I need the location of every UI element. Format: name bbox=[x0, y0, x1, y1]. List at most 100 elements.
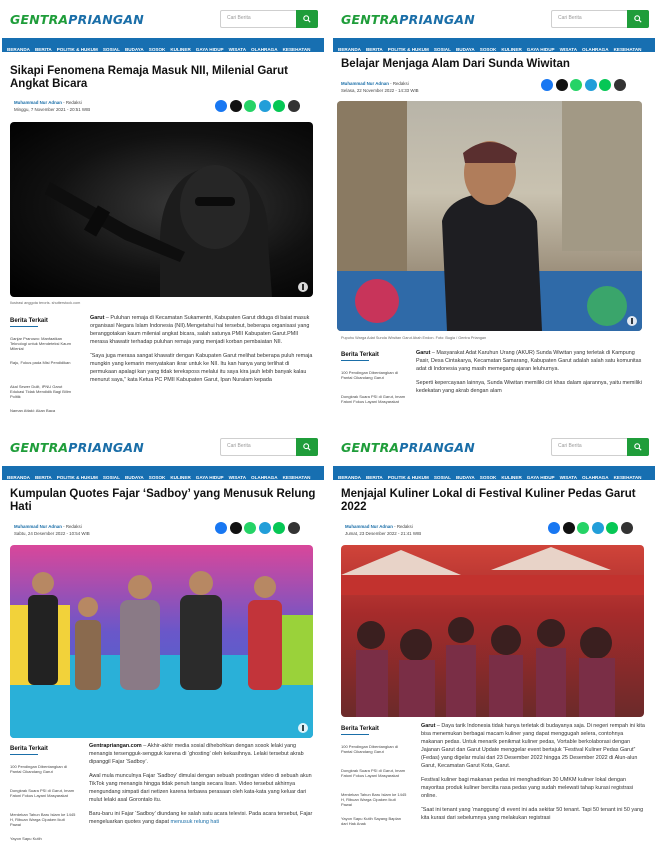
nav-item[interactable]: KULINER bbox=[170, 471, 190, 480]
nav-item[interactable]: WISATA bbox=[560, 471, 577, 480]
line-icon[interactable] bbox=[606, 522, 618, 534]
nav-item[interactable]: BERITA bbox=[366, 471, 383, 480]
telegram-icon[interactable] bbox=[258, 522, 271, 534]
nav-item[interactable]: WISATA bbox=[560, 43, 577, 52]
nav-item[interactable]: OLAHRAGA bbox=[251, 471, 278, 480]
x-icon[interactable] bbox=[562, 522, 575, 534]
inline-link[interactable]: menusuk relung hati bbox=[171, 819, 220, 825]
search-button[interactable] bbox=[627, 10, 649, 28]
site-logo[interactable]: GENTRAPRIANGAN bbox=[10, 12, 144, 27]
nav-item[interactable]: BERITA bbox=[366, 43, 383, 52]
nav-item[interactable]: OLAHRAGA bbox=[251, 43, 278, 52]
x-icon[interactable] bbox=[555, 79, 568, 91]
link-icon[interactable] bbox=[620, 522, 633, 534]
x-icon[interactable] bbox=[229, 522, 242, 534]
nav-item[interactable]: OLAHRAGA bbox=[582, 43, 609, 52]
nav-item[interactable]: POLITIK & HUKUM bbox=[388, 43, 429, 52]
search-input[interactable]: Cari Berita bbox=[558, 443, 582, 449]
info-icon[interactable] bbox=[298, 282, 308, 292]
search-button[interactable] bbox=[627, 438, 649, 456]
site-logo[interactable]: GENTRAPRIANGAN bbox=[10, 440, 144, 455]
nav-item[interactable]: KESEHATAN bbox=[614, 471, 642, 480]
nav-item[interactable]: KULINER bbox=[501, 43, 521, 52]
line-icon[interactable] bbox=[599, 79, 611, 91]
trending-item[interactable]: Yayon Sapu Kutih bbox=[10, 836, 76, 841]
trending-item[interactable]: 100 Pendingan Dibentangkan di Pantai Cik… bbox=[341, 370, 407, 380]
nav-item[interactable]: SOSIAL bbox=[434, 471, 451, 480]
link-icon[interactable] bbox=[613, 79, 626, 91]
line-icon[interactable] bbox=[273, 100, 285, 112]
link-icon[interactable] bbox=[287, 100, 300, 112]
nav-item[interactable]: POLITIK & HUKUM bbox=[388, 471, 429, 480]
author-name[interactable]: Muhammad Nur Adnan bbox=[341, 81, 389, 86]
trending-item[interactable]: Dongkrak Suara PSI di Garut, Imam Fatoni… bbox=[10, 788, 76, 798]
whatsapp-icon[interactable] bbox=[244, 522, 256, 534]
nav-item[interactable]: SOSOK bbox=[149, 471, 166, 480]
trending-item[interactable]: 100 Pendingan Dibentangkan di Pantai Cik… bbox=[341, 744, 407, 754]
search-box[interactable]: Cari Berita bbox=[551, 10, 649, 28]
nav-item[interactable]: BERANDA bbox=[338, 43, 361, 52]
trending-item[interactable]: Raju, Fokus pada Misi Pendidikan bbox=[10, 360, 76, 365]
facebook-icon[interactable] bbox=[215, 100, 227, 112]
trending-item[interactable]: Yayon Sapu Kutih Sayang Baplan dari Hak … bbox=[341, 816, 407, 826]
trending-item[interactable]: Dongkrak Suara PSI di Garut, Imam Fatoni… bbox=[341, 394, 407, 404]
whatsapp-icon[interactable] bbox=[244, 100, 256, 112]
line-icon[interactable] bbox=[273, 522, 285, 534]
nav-item[interactable]: POLITIK & HUKUM bbox=[57, 471, 98, 480]
nav-item[interactable]: GAYA HIDUP bbox=[527, 43, 555, 52]
info-icon[interactable] bbox=[627, 316, 637, 326]
nav-item[interactable]: BUDAYA bbox=[456, 43, 475, 52]
trending-item[interactable]: 100 Pendingan Dibentangkan di Pantai Cik… bbox=[10, 764, 76, 774]
search-box[interactable]: Cari Berita bbox=[551, 438, 649, 456]
trending-item[interactable]: Akal Sewer Dulit, IPNU Garut Edukasi Tid… bbox=[10, 384, 76, 399]
search-button[interactable] bbox=[296, 438, 318, 456]
trending-item[interactable]: Merdekan Tahun Baru Islam ke 1445 H, Rib… bbox=[341, 792, 407, 807]
search-box[interactable]: Cari Berita bbox=[220, 438, 318, 456]
nav-item[interactable]: KULINER bbox=[501, 471, 521, 480]
nav-item[interactable]: BERITA bbox=[35, 43, 52, 52]
telegram-icon[interactable] bbox=[584, 79, 597, 91]
nav-item[interactable]: BERANDA bbox=[7, 471, 30, 480]
nav-item[interactable]: KESEHATAN bbox=[283, 43, 311, 52]
nav-item[interactable]: OLAHRAGA bbox=[582, 471, 609, 480]
search-input[interactable]: Cari Berita bbox=[227, 443, 251, 449]
nav-item[interactable]: SOSOK bbox=[149, 43, 166, 52]
nav-item[interactable]: POLITIK & HUKUM bbox=[57, 43, 98, 52]
search-box[interactable]: Cari Berita bbox=[220, 10, 318, 28]
author-name[interactable]: Muhammad Nur Adnan bbox=[14, 524, 62, 529]
search-input[interactable]: Cari Berita bbox=[558, 15, 582, 21]
telegram-icon[interactable] bbox=[258, 100, 271, 112]
whatsapp-icon[interactable] bbox=[577, 522, 589, 534]
telegram-icon[interactable] bbox=[591, 522, 604, 534]
nav-item[interactable]: SOSIAL bbox=[103, 43, 120, 52]
nav-item[interactable]: SOSIAL bbox=[103, 471, 120, 480]
nav-item[interactable]: SOSOK bbox=[480, 43, 497, 52]
nav-item[interactable]: KULINER bbox=[170, 43, 190, 52]
whatsapp-icon[interactable] bbox=[570, 79, 582, 91]
facebook-icon[interactable] bbox=[215, 522, 227, 534]
facebook-icon[interactable] bbox=[541, 79, 553, 91]
author-name[interactable]: Muhammad Nur Adnan bbox=[14, 100, 62, 105]
x-icon[interactable] bbox=[229, 100, 242, 112]
trending-item[interactable]: Naman Attaki: Akan Baca bbox=[10, 408, 76, 413]
nav-item[interactable]: BERANDA bbox=[338, 471, 361, 480]
trending-item[interactable]: Dongkrak Suara PSI di Garut, Imam Fatoni… bbox=[341, 768, 407, 778]
nav-item[interactable]: BUDAYA bbox=[125, 471, 144, 480]
nav-item[interactable]: SOSIAL bbox=[434, 43, 451, 52]
facebook-icon[interactable] bbox=[548, 522, 560, 534]
nav-item[interactable]: BERANDA bbox=[7, 43, 30, 52]
nav-item[interactable]: KESEHATAN bbox=[283, 471, 311, 480]
trending-item[interactable]: Ganjar Pranowo: Manfaatkan Teknologi unt… bbox=[10, 336, 76, 351]
nav-item[interactable]: GAYA HIDUP bbox=[527, 471, 555, 480]
nav-item[interactable]: WISATA bbox=[229, 43, 246, 52]
nav-item[interactable]: GAYA HIDUP bbox=[196, 471, 224, 480]
nav-item[interactable]: WISATA bbox=[229, 471, 246, 480]
nav-item[interactable]: GAYA HIDUP bbox=[196, 43, 224, 52]
search-input[interactable]: Cari Berita bbox=[227, 15, 251, 21]
site-logo[interactable]: GENTRAPRIANGAN bbox=[341, 12, 475, 27]
trending-item[interactable]: Merdekan Tahun Baru Islam ke 1445 H, Rib… bbox=[10, 812, 76, 827]
search-button[interactable] bbox=[296, 10, 318, 28]
nav-item[interactable]: KESEHATAN bbox=[614, 43, 642, 52]
nav-item[interactable]: BERITA bbox=[35, 471, 52, 480]
site-logo[interactable]: GENTRAPRIANGAN bbox=[341, 440, 475, 455]
